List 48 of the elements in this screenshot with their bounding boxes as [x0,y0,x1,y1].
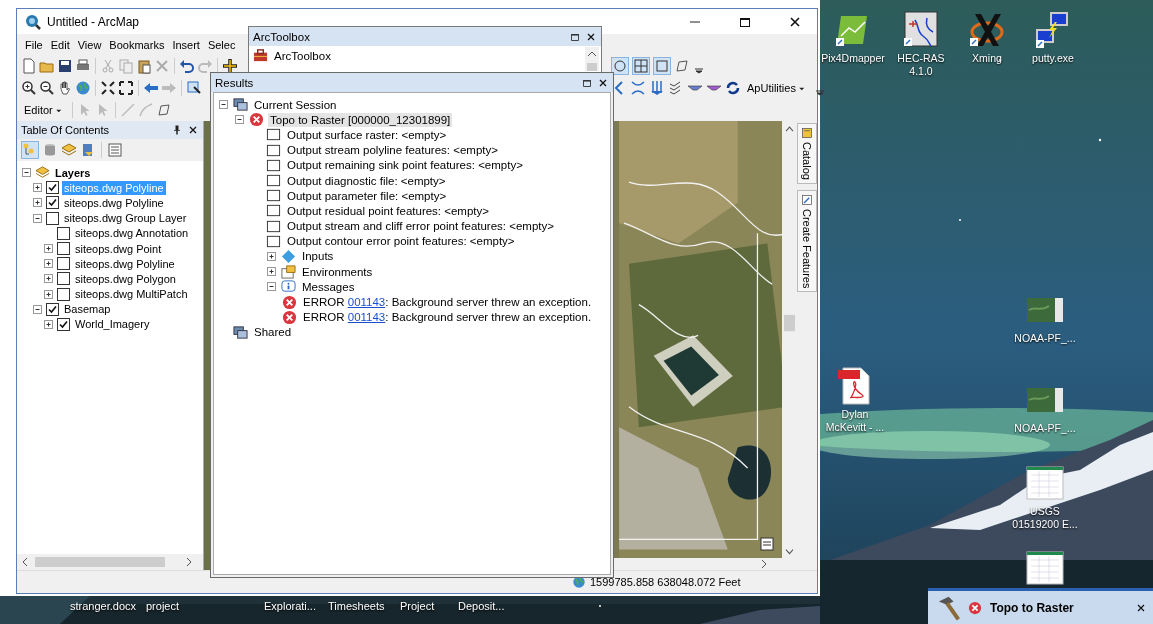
layer-name[interactable]: siteops.dwg MultiPatch [73,287,190,302]
menu-item[interactable]: View [73,38,106,51]
layer-name[interactable]: siteops.dwg Group Layer [62,211,189,226]
side-tab[interactable]: Create Features [797,189,817,293]
result-item[interactable]: Output residual point features: <empty> [285,203,491,218]
layer-name[interactable]: siteops.dwg Point [73,241,164,256]
result-item[interactable]: Output parameter file: <empty> [285,188,449,203]
toolbar-menu[interactable]: ApUtilities [744,82,811,94]
result-item[interactable]: Environments [300,264,375,279]
layer-name[interactable]: siteops.dwg Polyline [73,256,177,271]
result-item[interactable]: Output remaining sink point features: <empty> [285,158,525,173]
menu-item[interactable]: File [21,38,47,51]
result-item[interactable]: Messages [300,279,357,294]
layer-name[interactable]: Basemap [62,302,113,317]
toolbox-item[interactable]: ArcToolbox [272,48,333,63]
side-tab[interactable]: Catalog [797,123,817,184]
window-title: Results [215,76,254,89]
window-title: Untitled - ArcMap [47,14,140,29]
menu-item[interactable]: Selec [203,38,240,51]
result-item[interactable]: Shared [252,325,294,340]
error-message[interactable]: ERROR 001143: Background server threw an exception. [301,295,594,310]
coordinates: 1599785.858 638048.072 Feet [590,576,741,588]
desktop-shortcut-label[interactable]: stranger.docx [70,600,137,612]
layer-name[interactable]: siteops.dwg Annotation [73,226,191,241]
result-item[interactable]: Output contour error point features: <empty> [285,234,517,249]
menu-item[interactable]: Insert [168,38,204,51]
result-item[interactable]: Output stream polyline features: <empty> [285,143,500,158]
toolbar-menu[interactable]: Editor [21,104,68,116]
desktop-shortcut-label[interactable]: Deposit... [458,600,505,612]
desktop-shortcut-label[interactable]: Project [400,600,435,612]
result-item[interactable]: Inputs [300,249,336,264]
layer-name[interactable]: Layers [53,165,93,180]
layer-name[interactable]: siteops.dwg Polyline [62,195,166,210]
result-item[interactable]: Output stream and cliff error point features: <empty> [285,219,556,234]
result-item[interactable]: Topo to Raster [000000_12301899] [268,112,453,127]
window-title: ArcToolbox [253,30,310,43]
desktop-shortcut-label[interactable]: project [146,600,180,612]
result-item[interactable]: Current Session [252,97,339,112]
result-item[interactable]: Output diagnostic file: <empty> [285,173,448,188]
panel-title: Table Of Contents [21,124,111,136]
menu-item[interactable]: Edit [46,38,74,51]
result-item[interactable]: Output surface raster: <empty> [285,127,449,142]
menu-item[interactable]: Bookmarks [105,38,169,51]
layer-name[interactable]: World_Imagery [73,317,152,332]
desktop-shortcut-label[interactable]: Timesheets [328,600,385,612]
error-message[interactable]: ERROR 001143: Background server threw an exception. [301,310,594,325]
layer-name[interactable]: siteops.dwg Polygon [73,271,178,286]
desktop-shortcut-label[interactable]: Explorati... [264,600,316,612]
